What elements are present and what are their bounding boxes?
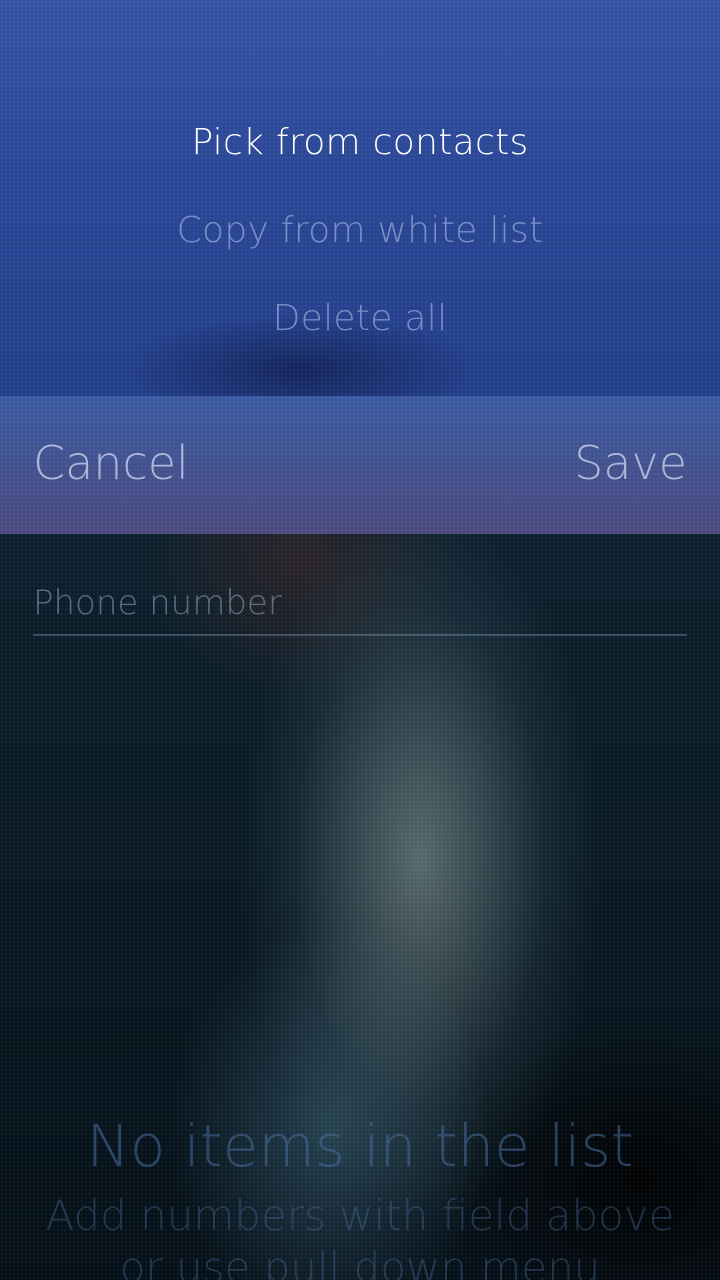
empty-state-hint: Add numbers with field above or use pull… <box>45 1191 675 1280</box>
empty-state-title: No items in the list <box>86 1112 634 1180</box>
phone-number-input[interactable] <box>33 572 687 636</box>
screen: Pick from contacts Copy from white list … <box>0 0 720 1280</box>
pulldown-menu: Pick from contacts Copy from white list … <box>0 0 720 396</box>
save-button[interactable]: Save <box>574 436 687 490</box>
cancel-button[interactable]: Cancel <box>33 436 189 490</box>
menu-item-pick-from-contacts[interactable]: Pick from contacts <box>0 122 720 163</box>
menu-item-copy-from-white-list[interactable]: Copy from white list <box>0 210 720 251</box>
dialog-header: Cancel Save <box>0 396 720 534</box>
menu-item-delete-all[interactable]: Delete all <box>0 298 720 339</box>
